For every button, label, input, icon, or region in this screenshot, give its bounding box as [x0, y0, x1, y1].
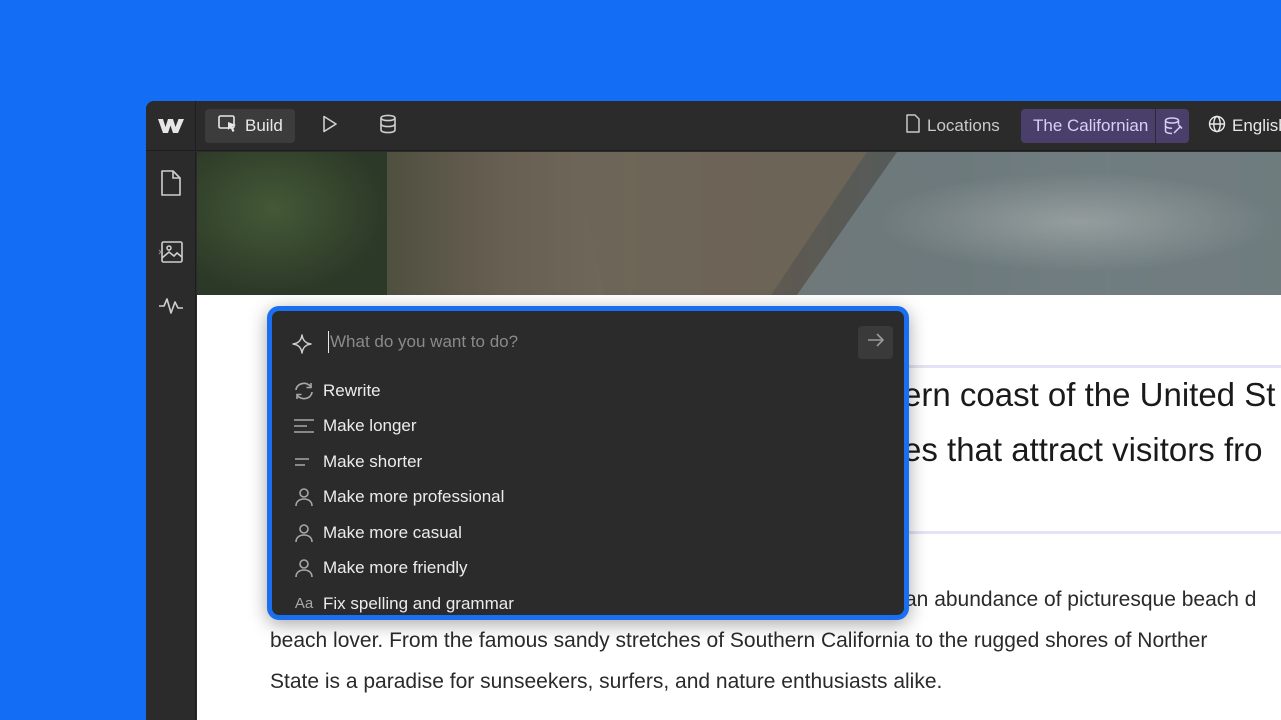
- build-label: Build: [245, 116, 283, 135]
- locale-database-icon[interactable]: [1156, 116, 1189, 136]
- menu-item-label: Make shorter: [323, 451, 423, 471]
- locations-button[interactable]: Locations: [905, 109, 1000, 143]
- person-icon: [292, 485, 316, 509]
- menu-item-label: Rewrite: [323, 380, 381, 400]
- paragraph-line-2[interactable]: beach lover. From the famous sandy stret…: [270, 629, 1207, 653]
- paragraph-line-3[interactable]: State is a paradise for sunseekers, surf…: [270, 670, 942, 694]
- hero-image: [197, 152, 1281, 295]
- build-mode-button[interactable]: Build: [205, 109, 295, 143]
- menu-item-make-shorter[interactable]: Make shorter: [272, 444, 904, 479]
- ai-prompt-row: [272, 311, 904, 373]
- locale-label: The Californian: [1033, 116, 1149, 135]
- person-icon: [292, 556, 316, 580]
- make-longer-icon: [292, 414, 316, 438]
- assets-icon[interactable]: [157, 238, 185, 266]
- activity-icon[interactable]: [157, 292, 185, 320]
- ai-assistant-panel: Rewrite Make longer Make shorter Make mo…: [267, 306, 909, 620]
- person-icon: [292, 521, 316, 545]
- top-toolbar: Build Locations The Californian Englis: [146, 101, 1281, 151]
- menu-item-make-longer[interactable]: Make longer: [272, 409, 904, 444]
- play-icon: [322, 115, 338, 138]
- menu-item-label: Make longer: [323, 416, 417, 435]
- heading-bottom-rule: [887, 531, 1281, 534]
- preview-button[interactable]: [316, 109, 344, 143]
- heading-line-2[interactable]: es that attract visitors fro: [903, 431, 1262, 469]
- sparkle-icon: [292, 334, 312, 359]
- menu-item-label: Make more professional: [323, 487, 505, 506]
- submit-button[interactable]: [858, 326, 893, 359]
- webflow-logo[interactable]: [146, 101, 196, 151]
- heading-line-1[interactable]: ern coast of the United St: [903, 376, 1275, 414]
- hero-overlay: [197, 152, 1281, 295]
- rewrite-icon: [292, 379, 316, 403]
- locale-selector[interactable]: The Californian: [1021, 109, 1189, 143]
- left-sidebar: [146, 152, 196, 720]
- make-shorter-icon: [292, 450, 316, 474]
- menu-item-make-more-professional[interactable]: Make more professional: [272, 480, 904, 515]
- cms-button[interactable]: [374, 109, 402, 143]
- menu-item-label: Fix spelling and grammar: [323, 593, 514, 613]
- spelling-icon: Aa: [294, 595, 314, 612]
- page-icon: [905, 114, 921, 138]
- build-icon: [218, 114, 238, 138]
- menu-item-fix-spelling[interactable]: Aa Fix spelling and grammar: [272, 586, 904, 621]
- paragraph-line-1[interactable]: an abundance of picturesque beach d: [905, 588, 1256, 612]
- menu-item-label: Make more friendly: [323, 558, 468, 577]
- ai-prompt-input[interactable]: [330, 329, 850, 355]
- menu-item-make-more-friendly[interactable]: Make more friendly: [272, 551, 904, 586]
- menu-item-rewrite[interactable]: Rewrite: [272, 373, 904, 408]
- pages-icon[interactable]: [157, 169, 185, 197]
- heading-top-rule: [887, 365, 1281, 368]
- language-label: English: [1232, 116, 1281, 135]
- language-selector[interactable]: English: [1208, 109, 1281, 143]
- text-cursor: [328, 331, 329, 353]
- menu-item-label: Make more casual: [323, 522, 462, 542]
- menu-item-make-more-casual[interactable]: Make more casual: [272, 515, 904, 550]
- globe-icon: [1208, 115, 1226, 138]
- database-icon: [379, 114, 397, 139]
- arrow-right-icon: [867, 333, 885, 352]
- locations-label: Locations: [927, 116, 1000, 135]
